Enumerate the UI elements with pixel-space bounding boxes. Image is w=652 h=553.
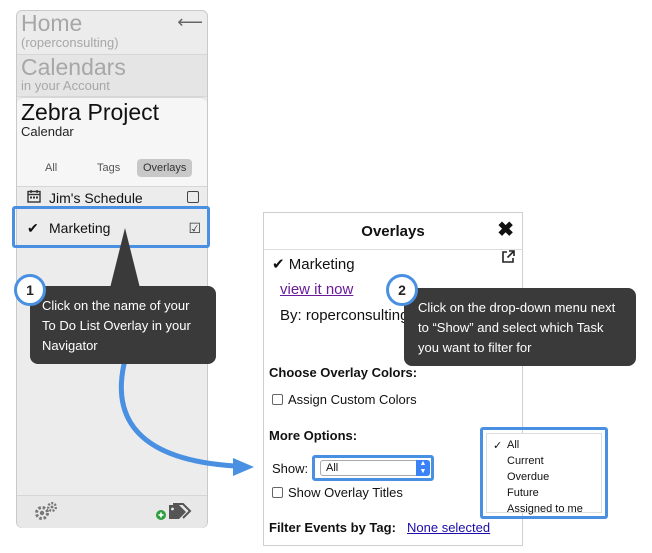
option-current[interactable]: Current bbox=[507, 454, 544, 468]
overlay-owner: By: roperconsulting bbox=[280, 307, 408, 324]
filter-by-tag-label: Filter Events by Tag: bbox=[269, 520, 396, 535]
callout-step-1: Click on the name of your To Do List Ove… bbox=[30, 286, 216, 364]
callout-step-2-text: Click on the drop-down menu next to “Sho… bbox=[418, 300, 616, 355]
option-assigned-to-me[interactable]: Assigned to me bbox=[507, 502, 583, 516]
option-future[interactable]: Future bbox=[507, 486, 539, 500]
panel-divider bbox=[264, 249, 522, 250]
more-options-heading: More Options: bbox=[269, 428, 358, 443]
overlay-name: Marketing bbox=[288, 256, 355, 273]
panel-title: Overlays bbox=[361, 223, 425, 240]
view-it-now-link[interactable]: view it now bbox=[280, 281, 353, 298]
assign-custom-colors-label: Assign Custom Colors bbox=[288, 392, 417, 407]
close-icon[interactable]: ✖ bbox=[497, 217, 514, 242]
step-1-badge: 1 bbox=[14, 274, 46, 306]
selected-check-icon: ✓ bbox=[493, 440, 503, 452]
show-overlay-titles-checkbox[interactable] bbox=[272, 487, 283, 498]
step-2-badge: 2 bbox=[386, 274, 418, 306]
show-options-dropdown: ✓ All Current Overdue Future Assigned to… bbox=[480, 427, 608, 519]
colors-heading: Choose Overlay Colors: bbox=[269, 365, 418, 380]
show-overlay-titles-label: Show Overlay Titles bbox=[288, 485, 403, 500]
external-link-icon[interactable] bbox=[500, 249, 516, 270]
overlay-name-row: ✔ Marketing bbox=[272, 255, 355, 273]
show-options-list: ✓ All Current Overdue Future Assigned to… bbox=[486, 433, 602, 516]
checkmark-icon: ✔ bbox=[272, 256, 285, 273]
by-label: By: bbox=[280, 307, 302, 324]
assign-custom-colors-checkbox[interactable] bbox=[272, 394, 283, 405]
callout-step-1-text: Click on the name of your To Do List Ove… bbox=[42, 298, 191, 353]
show-select-highlight bbox=[312, 455, 434, 481]
none-selected-link[interactable]: None selected bbox=[407, 520, 490, 535]
show-label: Show: bbox=[272, 461, 309, 476]
callout-step-2: Click on the drop-down menu next to “Sho… bbox=[404, 288, 636, 366]
option-all[interactable]: All bbox=[507, 438, 519, 452]
option-overdue[interactable]: Overdue bbox=[507, 470, 549, 484]
owner-name: roperconsulting bbox=[305, 307, 409, 324]
